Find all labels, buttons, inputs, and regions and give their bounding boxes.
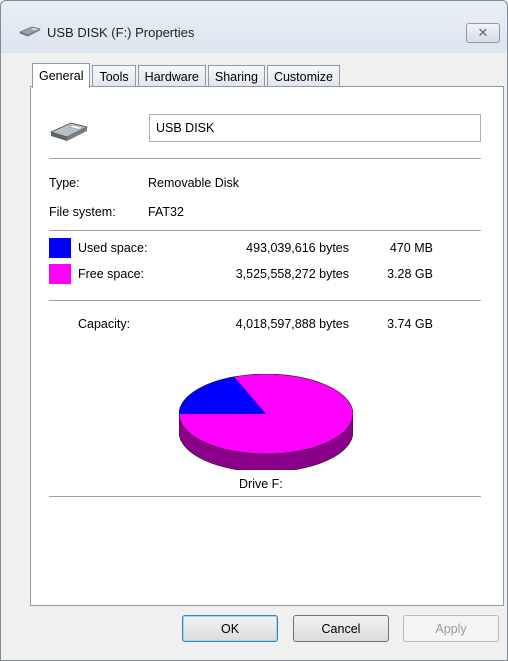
- window-title: USB DISK (F:) Properties: [47, 25, 195, 40]
- divider: [49, 496, 481, 497]
- capacity-bytes: 4,018,597,888 bytes: [235, 317, 349, 331]
- capacity-label: Capacity:: [78, 317, 131, 331]
- general-tab-panel: Type: Removable Disk File system: FAT32 …: [30, 86, 504, 606]
- drive-name-input[interactable]: [149, 114, 481, 142]
- used-space-size: 470 MB: [389, 241, 433, 255]
- disk-usage-pie: [179, 374, 353, 470]
- tab-hardware[interactable]: Hardware: [137, 65, 206, 87]
- close-icon: ✕: [477, 25, 489, 40]
- type-label: Type:: [49, 176, 80, 190]
- apply-button[interactable]: Apply: [403, 615, 499, 642]
- divider: [49, 158, 481, 159]
- drive-caption: Drive F:: [239, 477, 283, 491]
- close-button[interactable]: ✕: [466, 23, 500, 43]
- used-space-bytes: 493,039,616 bytes: [246, 241, 349, 255]
- free-space-bytes: 3,525,558,272 bytes: [235, 267, 349, 281]
- capacity-size: 3.74 GB: [387, 317, 433, 331]
- tab-label: Tools: [99, 69, 129, 84]
- free-space-label: Free space:: [78, 267, 145, 281]
- cancel-button[interactable]: Cancel: [293, 615, 389, 642]
- tab-label: Hardware: [144, 69, 199, 84]
- usb-drive-icon: [19, 26, 41, 37]
- tab-label: General: [39, 69, 84, 83]
- tab-sharing[interactable]: Sharing: [207, 65, 265, 87]
- ok-button[interactable]: OK: [182, 615, 278, 642]
- tab-tools[interactable]: Tools: [92, 65, 136, 87]
- tab-strip: General Tools Hardware Sharing Customize: [32, 63, 342, 88]
- tab-customize[interactable]: Customize: [266, 65, 340, 87]
- properties-window: USB DISK (F:) Properties ✕ General Tools…: [0, 0, 508, 661]
- used-space-swatch: [49, 238, 71, 258]
- file-system-value: FAT32: [148, 205, 184, 219]
- dialog-client: General Tools Hardware Sharing Customize…: [1, 53, 507, 660]
- tab-label: Customize: [273, 69, 333, 84]
- tab-general[interactable]: General: [32, 63, 91, 88]
- file-system-label: File system:: [49, 205, 116, 219]
- free-space-swatch: [49, 264, 71, 284]
- title-bar: USB DISK (F:) Properties ✕: [1, 1, 507, 53]
- drive-icon: [49, 122, 89, 141]
- used-space-label: Used space:: [78, 241, 148, 255]
- free-space-size: 3.28 GB: [387, 267, 433, 281]
- type-value: Removable Disk: [148, 176, 240, 190]
- divider: [49, 230, 481, 231]
- divider: [49, 300, 481, 301]
- tab-label: Sharing: [214, 69, 258, 84]
